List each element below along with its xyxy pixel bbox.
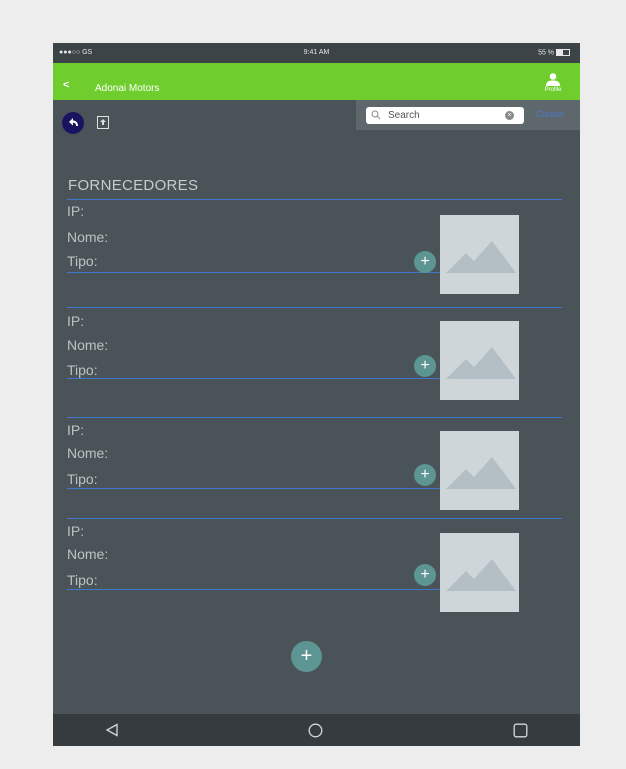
field-ip: IP: xyxy=(67,313,90,329)
image-placeholder-icon xyxy=(446,457,516,489)
field-label-nome: Nome: xyxy=(67,546,109,562)
search-input[interactable]: Search × xyxy=(366,107,524,124)
divider xyxy=(67,307,562,308)
search-placeholder: Search xyxy=(388,110,420,121)
field-nome: Nome: xyxy=(67,337,114,353)
circle-icon[interactable] xyxy=(308,723,323,738)
field-label-nome: Nome: xyxy=(67,337,109,353)
field-label-ip: IP: xyxy=(67,313,85,329)
field-ip: IP: xyxy=(67,203,90,219)
divider xyxy=(67,518,562,519)
app-title: Adonai Motors xyxy=(95,83,160,94)
person-icon xyxy=(546,73,560,86)
image-placeholder-icon xyxy=(446,559,516,591)
tablet-screen: ●●●○○ GS 9:41 AM 55 % < Adonai Motors Pr… xyxy=(53,43,580,746)
image-placeholder[interactable] xyxy=(440,321,519,400)
field-tipo: Tipo: xyxy=(67,572,104,588)
field-label-nome: Nome: xyxy=(67,445,109,461)
field-ip: IP: xyxy=(67,422,90,438)
profile-label: Profile xyxy=(544,87,562,93)
field-nome: Nome: xyxy=(67,445,114,461)
field-tipo: Tipo: xyxy=(67,253,104,269)
android-nav-bar xyxy=(53,714,580,746)
field-label-ip: IP: xyxy=(67,523,85,539)
export-icon xyxy=(100,119,106,125)
battery-icon xyxy=(556,49,570,56)
image-placeholder-icon xyxy=(446,241,516,273)
field-label-tipo: Tipo: xyxy=(67,471,98,487)
search-icon xyxy=(371,110,381,120)
field-nome: Nome: xyxy=(67,546,114,562)
field-underline xyxy=(67,488,440,489)
battery-percent: 55 % xyxy=(538,49,555,57)
image-placeholder[interactable] xyxy=(440,533,519,612)
divider xyxy=(67,417,562,418)
field-label-tipo: Tipo: xyxy=(67,362,98,378)
page-title: FORNECEDORES xyxy=(68,177,199,194)
add-button[interactable]: + xyxy=(414,251,436,273)
clear-icon[interactable]: × xyxy=(505,111,514,120)
field-label-ip: IP: xyxy=(67,203,85,219)
field-underline xyxy=(67,589,440,590)
image-placeholder[interactable] xyxy=(440,431,519,510)
status-time: 9:41 AM xyxy=(303,49,330,56)
triangle-icon[interactable] xyxy=(105,723,119,737)
field-underline xyxy=(67,272,440,273)
field-label-tipo: Tipo: xyxy=(67,572,98,588)
profile-button[interactable]: Profile xyxy=(540,73,566,93)
nav-back-icon xyxy=(69,118,78,126)
add-button[interactable]: + xyxy=(414,564,436,586)
field-label-ip: IP: xyxy=(67,422,85,438)
field-nome: Nome: xyxy=(67,229,114,245)
add-button[interactable]: + xyxy=(414,355,436,377)
battery-status: 55 % xyxy=(538,49,570,56)
field-tipo: Tipo: xyxy=(67,362,104,378)
field-label-nome: Nome: xyxy=(67,229,109,245)
field-tipo: Tipo: xyxy=(67,471,104,487)
search-bar: Search × Cancel xyxy=(356,100,580,130)
add-supplier-button[interactable]: + xyxy=(291,641,322,672)
cancel-button[interactable]: Cancel xyxy=(536,109,564,119)
field-label-tipo: Tipo: xyxy=(67,253,98,269)
field-ip: IP: xyxy=(67,523,90,539)
nav-back-button[interactable] xyxy=(62,112,84,134)
export-button[interactable] xyxy=(97,116,109,129)
image-placeholder-icon xyxy=(446,347,516,379)
app-header: < Adonai Motors Profile xyxy=(53,63,580,100)
add-button[interactable]: + xyxy=(414,464,436,486)
back-button[interactable]: < xyxy=(63,79,69,91)
field-underline xyxy=(67,378,440,379)
divider xyxy=(67,199,562,200)
image-placeholder[interactable] xyxy=(440,215,519,294)
status-bar: ●●●○○ GS 9:41 AM 55 % xyxy=(53,43,580,63)
square-icon[interactable] xyxy=(513,723,528,738)
